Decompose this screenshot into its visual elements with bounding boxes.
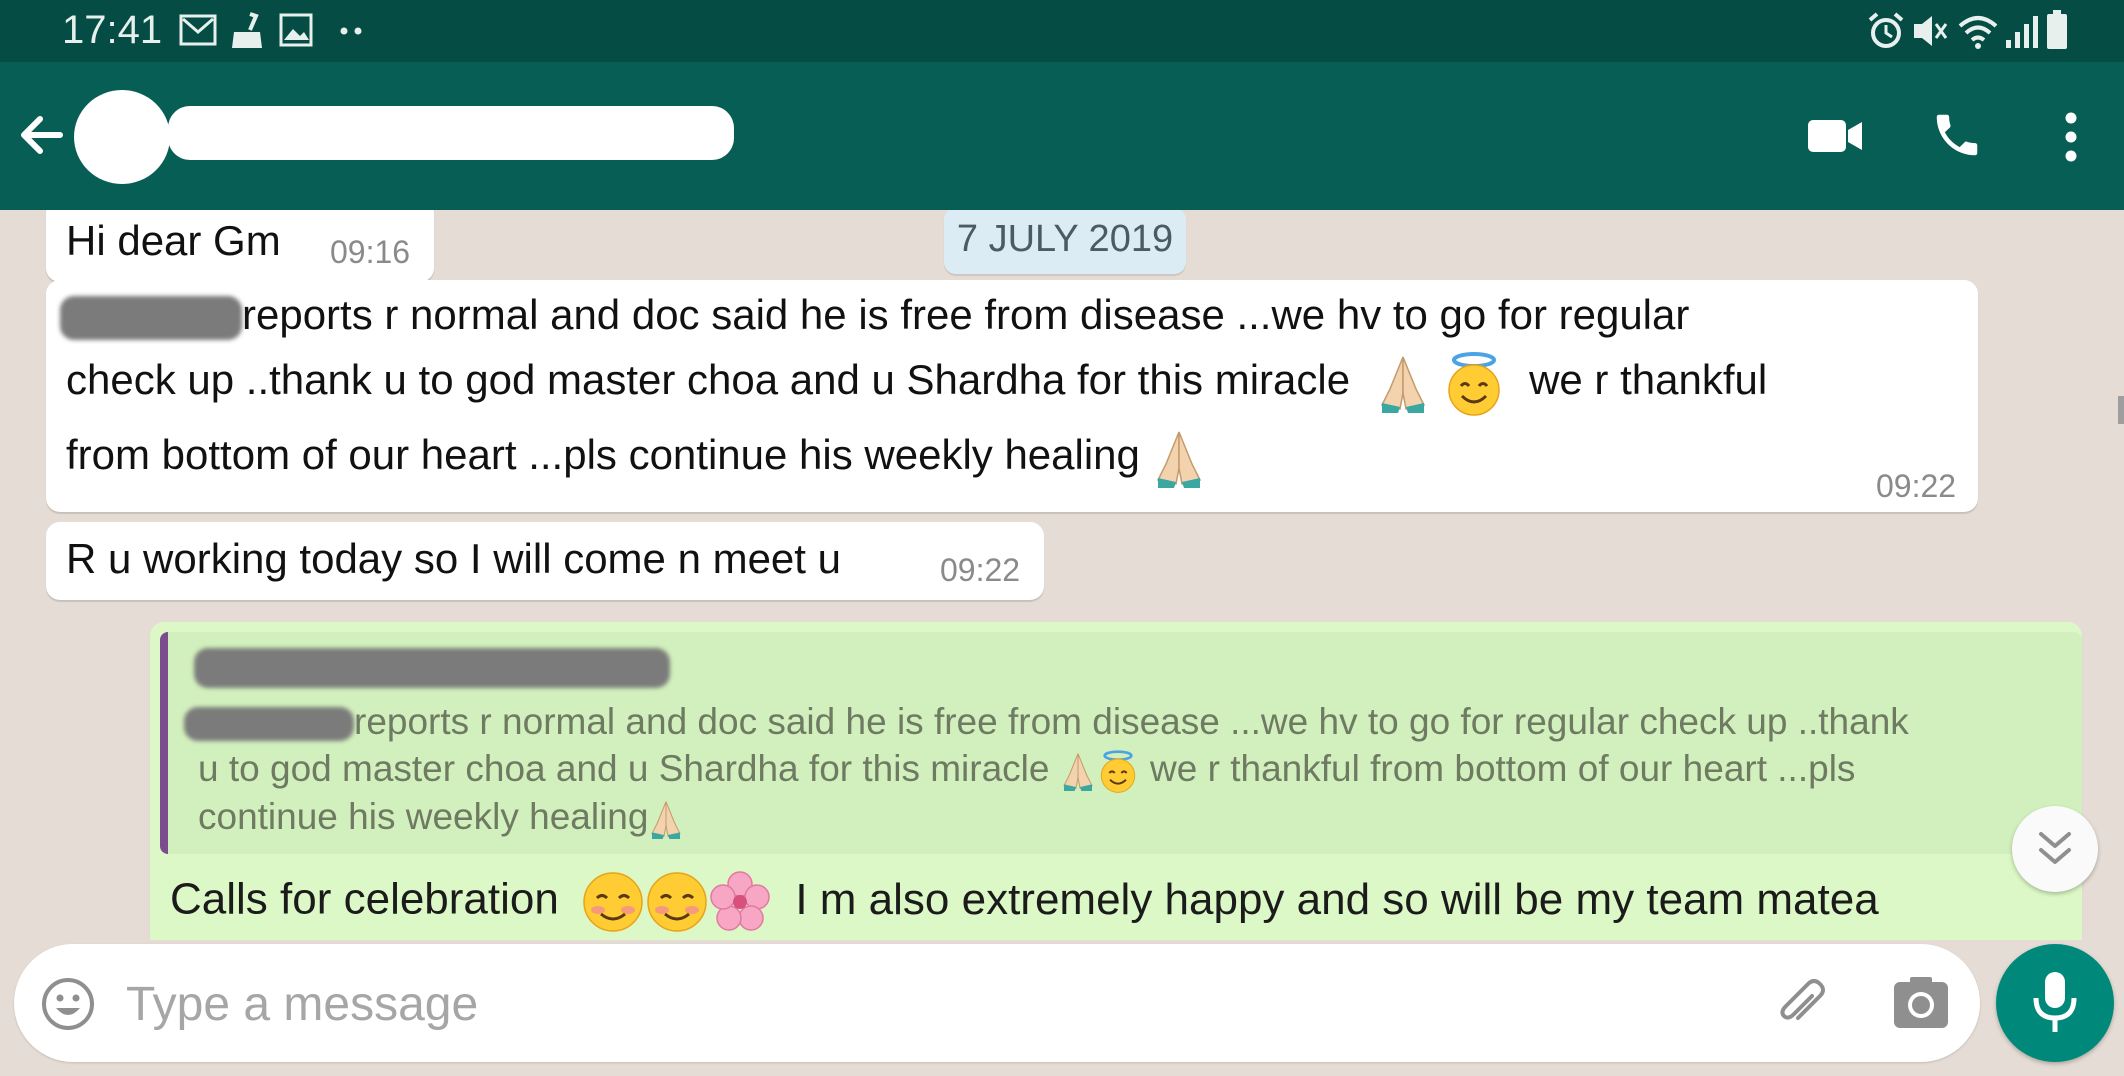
redacted-name (60, 295, 242, 340)
redacted-name (184, 707, 354, 742)
scroll-to-bottom-button[interactable] (2012, 806, 2098, 892)
wifi-icon (1958, 16, 1998, 49)
folded-hands-icon (1380, 356, 1425, 413)
quote-line-3: continue his weekly healing (198, 793, 2058, 840)
emoji-icon[interactable] (40, 976, 96, 1032)
message-line-1: reports r normal and doc said he is free… (60, 288, 1689, 343)
folded-hands-icon (1063, 753, 1093, 792)
camera-icon[interactable] (1892, 976, 1950, 1030)
redacted-quote-author (194, 648, 670, 688)
folded-hands-icon (651, 801, 682, 840)
quoted-message[interactable]: reports r normal and doc said he is free… (160, 632, 2082, 854)
quote-line-1: reports r normal and doc said he is free… (184, 698, 2058, 745)
smiling-face-icon (647, 872, 707, 932)
incoming-message-2[interactable]: reports r normal and doc said he is free… (46, 280, 1978, 512)
smiling-face-icon (583, 872, 643, 932)
mic-button[interactable] (1996, 944, 2114, 1062)
status-time: 17:41 (62, 8, 163, 52)
smiling-face-with-halo-icon (1100, 750, 1135, 794)
incoming-message-1[interactable]: Hi dear Gm 09:16 (46, 210, 434, 282)
status-bar: 17:41 (0, 0, 2124, 62)
phone-icon[interactable] (1930, 108, 1984, 162)
message-text: Calls for celebration I m also extremely… (170, 870, 1879, 934)
cleaner-icon (232, 12, 262, 48)
message-text: Hi dear Gm (66, 217, 281, 264)
chat-header (0, 62, 2124, 210)
image-icon (279, 13, 313, 47)
chat-area[interactable]: Hi dear Gm 09:16 7 JULY 2019 reports r n… (0, 210, 2124, 940)
contact-name[interactable] (168, 106, 734, 160)
quoted-text: reports r normal and doc said he is free… (184, 698, 2058, 840)
message-time: 09:22 (1876, 468, 1957, 504)
menu-dots-icon[interactable] (2058, 110, 2084, 164)
message-time: 09:22 (940, 552, 1021, 588)
message-line-2: check up ..thank u to god master choa an… (66, 350, 1767, 416)
attachment-icon[interactable] (1772, 974, 1832, 1034)
message-input[interactable] (124, 968, 1768, 1040)
message-time: 09:16 (330, 234, 411, 270)
smiling-face-with-halo-icon (1448, 352, 1501, 416)
back-arrow-icon[interactable] (16, 110, 66, 160)
message-line-3: from bottom of our heart ...pls continue… (66, 428, 1206, 488)
signal-icon (2006, 16, 2038, 48)
double-chevron-down-icon (2039, 832, 2071, 864)
quote-line-2: u to god master choa and u Shardha for t… (198, 745, 2058, 794)
message-input-bar (14, 944, 1980, 1062)
battery-icon (2047, 10, 2067, 49)
outgoing-message[interactable]: reports r normal and doc said he is free… (150, 622, 2082, 940)
video-call-icon[interactable] (1806, 116, 1864, 156)
mail-icon (179, 14, 217, 46)
more-dots-icon (340, 27, 362, 35)
date-chip: 7 JULY 2019 (944, 210, 1186, 274)
incoming-message-3[interactable]: R u working today so I will come n meet … (46, 522, 1044, 600)
mute-icon (1914, 16, 1948, 46)
avatar[interactable] (74, 90, 170, 184)
message-text: R u working today so I will come n meet … (66, 535, 841, 582)
folded-hands-icon (1156, 431, 1201, 488)
alarm-icon (1868, 12, 1904, 48)
scrollbar-thumb[interactable] (2118, 396, 2124, 424)
microphone-icon (2033, 972, 2077, 1032)
cherry-blossom-icon (710, 871, 770, 931)
